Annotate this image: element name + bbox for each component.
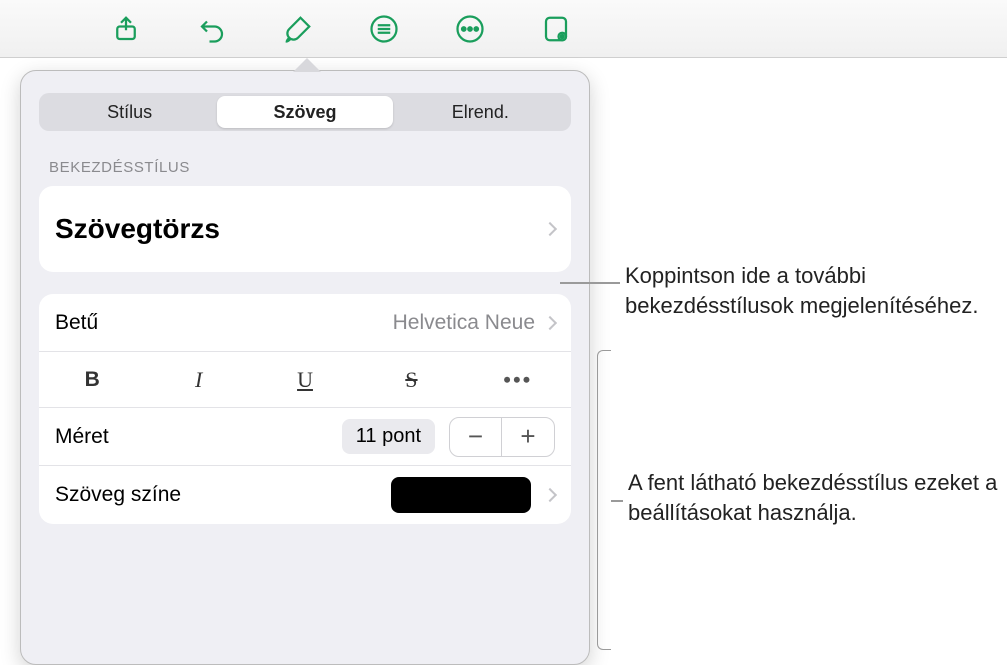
format-panel: Stílus Szöveg Elrend. BEKEZDÉSSTÍLUS Szö… bbox=[20, 70, 590, 665]
panel-tabs: Stílus Szöveg Elrend. bbox=[39, 93, 571, 131]
bold-button[interactable]: B bbox=[39, 368, 145, 392]
section-label-paragraph-style: BEKEZDÉSSTÍLUS bbox=[21, 145, 589, 186]
font-settings-card: Betű Helvetica Neue B I U S ••• Méret 11… bbox=[39, 294, 571, 524]
chevron-right-icon bbox=[543, 222, 557, 236]
size-row: Méret 11 pont − + bbox=[39, 408, 571, 466]
font-row[interactable]: Betű Helvetica Neue bbox=[39, 294, 571, 352]
size-stepper: − + bbox=[449, 417, 555, 457]
size-decrease-button[interactable]: − bbox=[450, 418, 502, 456]
callout-paragraph-styles: Koppintson ide a további bekezdésstíluso… bbox=[625, 261, 995, 320]
toolbar bbox=[0, 0, 1007, 58]
font-label: Betű bbox=[55, 311, 98, 335]
callout-settings: A fent látható bekezdésstílus ezeket a b… bbox=[628, 468, 998, 527]
font-value: Helvetica Neue bbox=[393, 311, 535, 335]
size-label: Méret bbox=[55, 425, 109, 449]
callout-bracket bbox=[597, 350, 611, 650]
format-brush-icon[interactable] bbox=[277, 8, 319, 50]
callout-leader-line bbox=[560, 282, 620, 284]
chevron-right-icon bbox=[543, 488, 557, 502]
paragraph-style-row[interactable]: Szövegtörzs bbox=[39, 186, 571, 272]
text-color-swatch[interactable] bbox=[391, 477, 531, 513]
text-style-row: B I U S ••• bbox=[39, 352, 571, 408]
tab-layout[interactable]: Elrend. bbox=[393, 96, 568, 128]
text-color-row[interactable]: Szöveg színe bbox=[39, 466, 571, 524]
more-icon[interactable] bbox=[449, 8, 491, 50]
underline-button[interactable]: U bbox=[252, 367, 358, 393]
list-icon[interactable] bbox=[363, 8, 405, 50]
more-text-options-button[interactable]: ••• bbox=[465, 367, 571, 393]
presenter-icon[interactable] bbox=[535, 8, 577, 50]
tab-text[interactable]: Szöveg bbox=[217, 96, 392, 128]
undo-icon[interactable] bbox=[191, 8, 233, 50]
paragraph-style-name: Szövegtörzs bbox=[55, 213, 220, 245]
callout-leader-line bbox=[611, 500, 623, 502]
strikethrough-button[interactable]: S bbox=[358, 367, 464, 393]
share-icon[interactable] bbox=[105, 8, 147, 50]
chevron-right-icon bbox=[543, 315, 557, 329]
text-color-label: Szöveg színe bbox=[55, 483, 181, 507]
italic-button[interactable]: I bbox=[145, 367, 251, 393]
size-increase-button[interactable]: + bbox=[502, 418, 554, 456]
size-value[interactable]: 11 pont bbox=[342, 419, 435, 454]
paragraph-style-card: Szövegtörzs bbox=[39, 186, 571, 272]
tab-style[interactable]: Stílus bbox=[42, 96, 217, 128]
